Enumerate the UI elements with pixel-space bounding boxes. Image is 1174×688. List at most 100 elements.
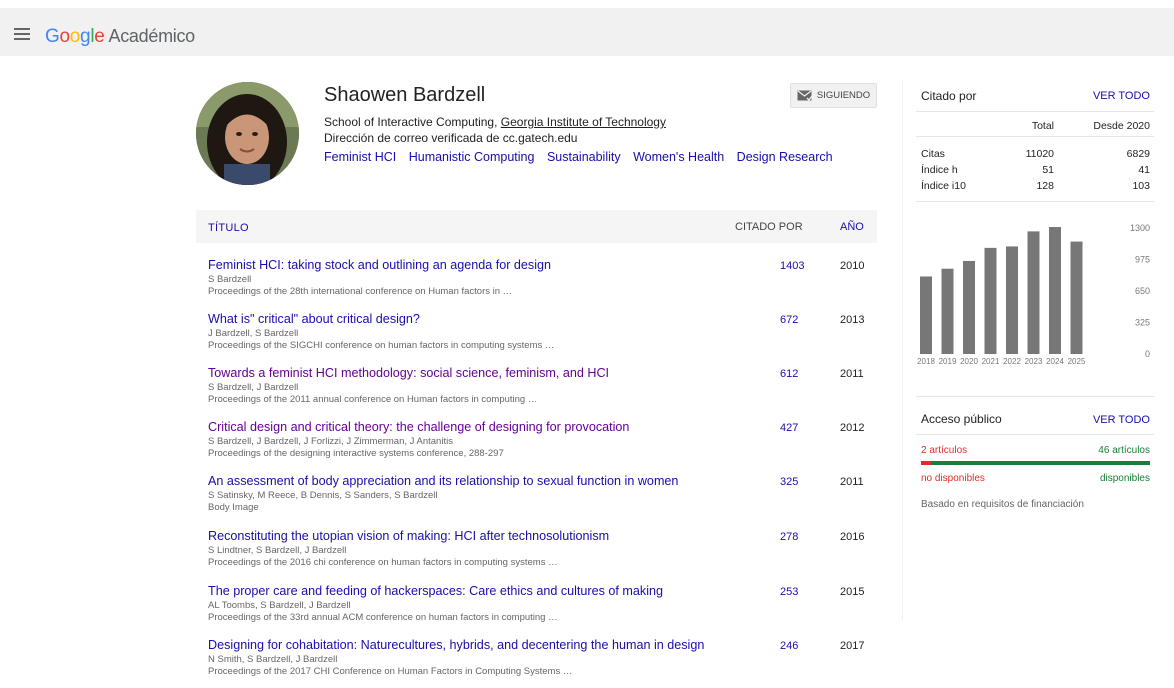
bar-2023[interactable]	[1027, 231, 1040, 354]
cited-count[interactable]: 253	[780, 586, 798, 598]
divider	[916, 136, 1154, 137]
article-title[interactable]: Reconstituting the utopian vision of mak…	[208, 529, 873, 543]
profile-affiliation: School of Interactive Computing, Georgia…	[324, 115, 666, 129]
affiliation-text: School of Interactive Computing,	[324, 115, 501, 129]
metric-since: 41	[1138, 164, 1150, 176]
cited-count[interactable]: 278	[780, 531, 798, 543]
metric-label[interactable]: Citas	[921, 148, 945, 160]
article-title[interactable]: An assessment of body appreciation and i…	[208, 474, 873, 488]
hamburger-menu-icon[interactable]	[14, 28, 30, 40]
product-name: Académico	[108, 26, 196, 46]
article-venue: Proceedings of the 2017 CHI Conference o…	[208, 666, 573, 677]
cited-count[interactable]: 246	[780, 640, 798, 652]
metric-row: Citas 11020 6829	[921, 148, 1150, 164]
cited-count[interactable]: 612	[780, 368, 798, 380]
article-title[interactable]: Feminist HCI: taking stock and outlining…	[208, 258, 873, 272]
article-authors: S Satinsky, M Reece, B Dennis, S Sanders…	[208, 490, 438, 501]
not-available-count[interactable]: 2 artículos	[921, 445, 967, 456]
article-authors: S Bardzell, J Bardzell	[208, 382, 299, 393]
interest-womens-health[interactable]: Women's Health	[633, 150, 724, 164]
article-year: 2015	[840, 586, 865, 598]
bar-2019[interactable]	[941, 268, 954, 354]
follow-button[interactable]: SIGUIENDO	[790, 83, 877, 108]
article-year: 2011	[840, 476, 864, 488]
available-label: disponibles	[1099, 473, 1150, 484]
interest-humanistic-computing[interactable]: Humanistic Computing	[409, 150, 535, 164]
interest-sustainability[interactable]: Sustainability	[547, 150, 621, 164]
sort-by-year[interactable]: AÑO	[840, 221, 864, 233]
citation-metrics-table: Total Desde 2020 Citas 11020 6829 Índice h 5…	[921, 120, 1150, 196]
x-tick-label: 2024	[1046, 357, 1064, 366]
bar-2022[interactable]	[1006, 246, 1018, 354]
citations-per-year-chart: 2018 2019 2020 2021 2022 2023 2024 2025 1300 975 6…	[917, 223, 1150, 366]
table-row: Feminist HCI: taking stock and outlining…	[208, 258, 873, 308]
interest-feminist-hci[interactable]: Feminist HCI	[324, 150, 396, 164]
article-year: 2010	[840, 260, 865, 272]
not-available-label: no disponibles	[921, 473, 985, 484]
sort-by-title[interactable]: TÍTULO	[208, 222, 249, 234]
cited-count[interactable]: 325	[780, 476, 798, 488]
x-tick-label: 2022	[1003, 357, 1021, 366]
article-authors: J Bardzell, S Bardzell	[208, 328, 299, 339]
article-venue: Proceedings of the 28th international co…	[208, 286, 513, 297]
table-row: Designing for cohabitation: Naturecultur…	[208, 638, 873, 688]
article-year: 2016	[840, 531, 865, 543]
article-authors: S Lindtner, S Bardzell, J Bardzell	[208, 545, 347, 556]
x-tick-label: 2019	[939, 357, 957, 366]
sort-by-cited[interactable]: CITADO POR	[735, 221, 803, 233]
interest-design-research[interactable]: Design Research	[737, 150, 833, 164]
public-access-title: Acceso público	[921, 412, 1002, 426]
google-scholar-logo[interactable]: Google Académico	[45, 26, 195, 48]
article-title[interactable]: Towards a feminist HCI methodology: soci…	[208, 366, 873, 380]
article-title[interactable]: What is" critical" about critical design…	[208, 312, 873, 326]
article-venue: Proceedings of the 2016 chi conference o…	[208, 557, 558, 568]
public-access-view-all[interactable]: VER TODO	[1093, 414, 1150, 426]
articles-table-header: TÍTULO CITADO POR AÑO	[196, 210, 877, 243]
divider	[916, 111, 1154, 112]
table-row: Critical design and critical theory: the…	[208, 420, 873, 470]
cited-count[interactable]: 672	[780, 314, 798, 326]
divider	[916, 396, 1154, 397]
table-row: What is" critical" about critical design…	[208, 312, 873, 362]
follow-label: SIGUIENDO	[816, 90, 871, 101]
article-authors: S Bardzell, J Bardzell, J Forlizzi, J Zi…	[208, 436, 453, 447]
cited-count[interactable]: 1403	[780, 260, 804, 272]
funding-note: Basado en requisitos de financiación	[921, 499, 1084, 510]
table-row: Towards a feminist HCI methodology: soci…	[208, 366, 873, 416]
metric-label[interactable]: Índice h	[921, 164, 958, 176]
y-tick-label: 1300	[1130, 223, 1150, 233]
bar-2021[interactable]	[984, 247, 997, 354]
x-tick-label: 2020	[960, 357, 978, 366]
top-bar: Google Académico	[0, 8, 1174, 56]
article-year: 2013	[840, 314, 865, 326]
article-title[interactable]: The proper care and feeding of hackerspa…	[208, 584, 873, 598]
y-tick-label: 650	[1135, 286, 1150, 296]
verified-email: Dirección de correo verificada de cc.gat…	[324, 131, 578, 145]
metric-total: 51	[1042, 164, 1054, 176]
bar-2025[interactable]	[1070, 241, 1083, 354]
y-tick-label: 975	[1135, 255, 1150, 265]
table-row: An assessment of body appreciation and i…	[208, 474, 873, 524]
metric-since: 103	[1132, 180, 1150, 192]
cited-count[interactable]: 427	[780, 422, 798, 434]
x-tick-label: 2018	[917, 357, 935, 366]
bar-2024[interactable]	[1049, 227, 1061, 354]
article-title[interactable]: Critical design and critical theory: the…	[208, 420, 873, 434]
cited-by-view-all[interactable]: VER TODO	[1093, 90, 1150, 102]
article-venue: Proceedings of the designing interactive…	[208, 448, 504, 459]
metric-row: Índice i10 128 103	[921, 180, 1150, 196]
table-row: Reconstituting the utopian vision of mak…	[208, 529, 873, 579]
bar-2018[interactable]	[920, 276, 932, 354]
article-venue: Proceedings of the SIGCHI conference on …	[208, 340, 555, 351]
bar-2020[interactable]	[963, 260, 975, 354]
divider	[916, 434, 1154, 435]
x-tick-label: 2023	[1025, 357, 1043, 366]
y-tick-label: 325	[1135, 318, 1150, 328]
available-count[interactable]: 46 artículos	[1098, 445, 1150, 456]
metric-label[interactable]: Índice i10	[921, 180, 966, 192]
affiliation-link[interactable]: Georgia Institute of Technology	[501, 115, 666, 129]
article-year: 2011	[840, 368, 864, 380]
research-interests: Feminist HCI Humanistic Computing Sustai…	[324, 150, 842, 164]
article-title[interactable]: Designing for cohabitation: Naturecultur…	[208, 638, 873, 652]
metric-total: 128	[1036, 180, 1054, 192]
